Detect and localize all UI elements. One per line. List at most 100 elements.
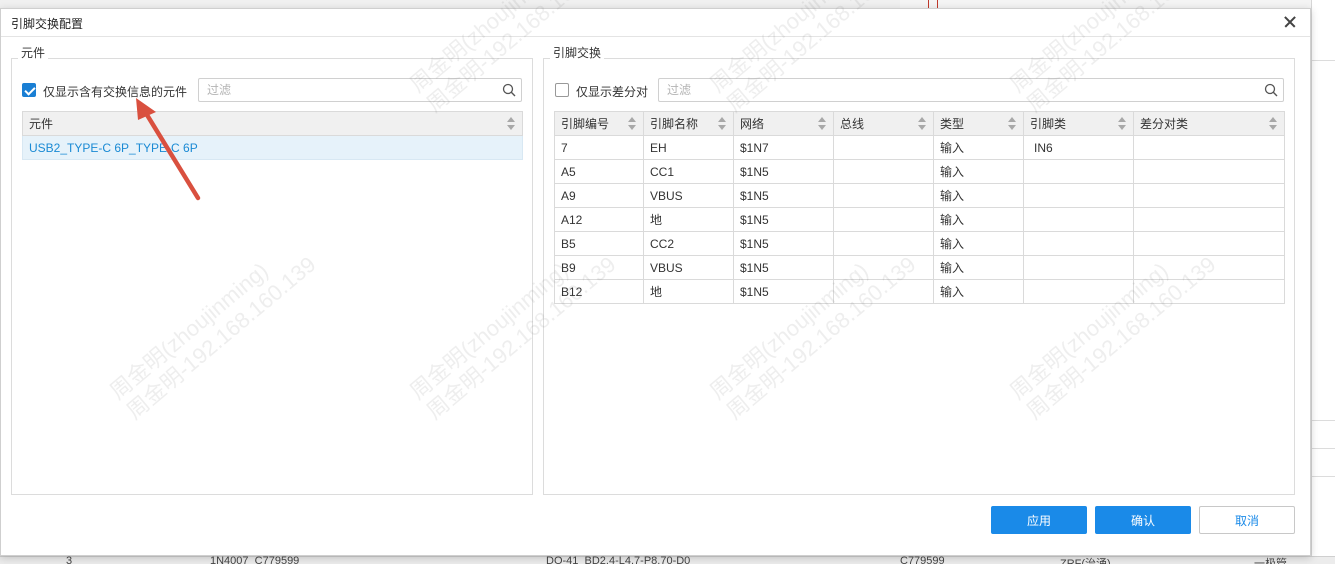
- type-cell[interactable]: 输入: [933, 207, 1024, 232]
- type-cell[interactable]: 输入: [933, 135, 1024, 160]
- component-cell[interactable]: USB2_TYPE-C 6P_TYPE-C 6P: [22, 135, 523, 160]
- pin-number-cell[interactable]: 7: [554, 135, 644, 160]
- show-diff-pairs-checkbox[interactable]: [555, 83, 569, 97]
- sort-icon[interactable]: [1269, 117, 1278, 131]
- background-right-strip: [1311, 0, 1335, 564]
- pin-class-cell[interactable]: [1023, 279, 1134, 304]
- background-cell: 3: [66, 555, 73, 564]
- net-cell[interactable]: $1N5: [733, 159, 834, 184]
- pin-name-cell[interactable]: VBUS: [643, 183, 734, 208]
- table-row[interactable]: A12 地 $1N5 输入: [554, 207, 1285, 232]
- bus-cell[interactable]: [833, 207, 934, 232]
- bus-cell[interactable]: [833, 279, 934, 304]
- pin-number-cell[interactable]: A5: [554, 159, 644, 184]
- sort-icon[interactable]: [718, 117, 727, 131]
- type-cell[interactable]: 输入: [933, 255, 1024, 280]
- show-swap-components-label[interactable]: 仅显示含有交换信息的元件: [43, 83, 187, 100]
- background-cell: 一极管: [1254, 558, 1287, 564]
- pin-table-header: 引脚编号 引脚名称 网络 总线 类型 引脚类 差分对类: [554, 111, 1285, 136]
- type-cell[interactable]: 输入: [933, 231, 1024, 256]
- table-row[interactable]: A9 VBUS $1N5 输入: [554, 183, 1285, 208]
- type-cell[interactable]: 输入: [933, 279, 1024, 304]
- pin-number-cell[interactable]: B9: [554, 255, 644, 280]
- pin-class-cell[interactable]: [1023, 159, 1134, 184]
- sort-icon[interactable]: [507, 117, 516, 131]
- pin-class-cell[interactable]: [1023, 231, 1134, 256]
- pin-class-cell[interactable]: [1023, 183, 1134, 208]
- pin-swap-panel-title: 引脚交换: [550, 44, 605, 61]
- pin-filter[interactable]: [658, 78, 1284, 102]
- pin-number-cell[interactable]: A9: [554, 183, 644, 208]
- pin-class-cell[interactable]: [1023, 255, 1134, 280]
- bus-cell[interactable]: [833, 231, 934, 256]
- cancel-button[interactable]: 取消: [1199, 506, 1295, 534]
- bus-cell[interactable]: [833, 183, 934, 208]
- net-cell[interactable]: $1N5: [733, 279, 834, 304]
- pin-filter-input[interactable]: [667, 82, 1247, 98]
- column-header-label: 差分对类: [1140, 117, 1189, 131]
- pin-name-cell[interactable]: 地: [643, 279, 734, 304]
- diff-pair-class-cell[interactable]: [1133, 255, 1285, 280]
- column-header-pin-name[interactable]: 引脚名称: [643, 111, 734, 136]
- close-icon[interactable]: [1282, 14, 1298, 30]
- column-header-type[interactable]: 类型: [933, 111, 1024, 136]
- search-icon[interactable]: [1264, 83, 1278, 97]
- sort-icon[interactable]: [918, 117, 927, 131]
- net-cell[interactable]: $1N5: [733, 207, 834, 232]
- pin-class-cell[interactable]: IN6: [1023, 135, 1134, 160]
- component-filter[interactable]: [198, 78, 522, 102]
- bus-cell[interactable]: [833, 159, 934, 184]
- diff-pair-class-cell[interactable]: [1133, 159, 1285, 184]
- component-filter-input[interactable]: [207, 82, 487, 98]
- show-swap-components-checkbox[interactable]: [22, 83, 36, 97]
- pin-class-cell[interactable]: [1023, 207, 1134, 232]
- background-cell: ZRF(治涌): [1060, 558, 1111, 564]
- pin-name-cell[interactable]: CC2: [643, 231, 734, 256]
- net-cell[interactable]: $1N5: [733, 183, 834, 208]
- type-cell[interactable]: 输入: [933, 159, 1024, 184]
- pin-name-cell[interactable]: VBUS: [643, 255, 734, 280]
- show-diff-pairs-label[interactable]: 仅显示差分对: [576, 83, 648, 100]
- net-cell[interactable]: $1N5: [733, 255, 834, 280]
- diff-pair-class-cell[interactable]: [1133, 231, 1285, 256]
- type-cell[interactable]: 输入: [933, 183, 1024, 208]
- column-header-bus[interactable]: 总线: [833, 111, 934, 136]
- table-row[interactable]: B5 CC2 $1N5 输入: [554, 231, 1285, 256]
- confirm-button[interactable]: 确认: [1095, 506, 1191, 534]
- search-icon[interactable]: [502, 83, 516, 97]
- net-cell[interactable]: $1N5: [733, 231, 834, 256]
- column-header-component[interactable]: 元件: [22, 111, 523, 136]
- table-row[interactable]: USB2_TYPE-C 6P_TYPE-C 6P: [22, 135, 523, 160]
- background-cell: C779599: [900, 555, 945, 564]
- pin-name-cell[interactable]: EH: [643, 135, 734, 160]
- table-row[interactable]: B9 VBUS $1N5 输入: [554, 255, 1285, 280]
- column-header-net[interactable]: 网络: [733, 111, 834, 136]
- sort-icon[interactable]: [1008, 117, 1017, 131]
- sort-icon[interactable]: [818, 117, 827, 131]
- table-row[interactable]: 7 EH $1N7 输入 IN6: [554, 135, 1285, 160]
- diff-pair-class-cell[interactable]: [1133, 183, 1285, 208]
- background-cell: DO-41_BD2.4-L4.7-P8.70-D0: [546, 555, 691, 564]
- column-header-pin-number[interactable]: 引脚编号: [554, 111, 644, 136]
- column-header-diff-pair-class[interactable]: 差分对类: [1133, 111, 1285, 136]
- sort-icon[interactable]: [628, 117, 637, 131]
- table-row[interactable]: A5 CC1 $1N5 输入: [554, 159, 1285, 184]
- pin-number-cell[interactable]: B5: [554, 231, 644, 256]
- pin-number-cell[interactable]: B12: [554, 279, 644, 304]
- pin-name-cell[interactable]: 地: [643, 207, 734, 232]
- column-header-label: 引脚名称: [650, 117, 699, 131]
- bus-cell[interactable]: [833, 255, 934, 280]
- dialog-header: 引脚交换配置: [1, 9, 1310, 37]
- table-row[interactable]: B12 地 $1N5 输入: [554, 279, 1285, 304]
- column-header-pin-class[interactable]: 引脚类: [1023, 111, 1134, 136]
- net-cell[interactable]: $1N7: [733, 135, 834, 160]
- diff-pair-class-cell[interactable]: [1133, 135, 1285, 160]
- sort-icon[interactable]: [1118, 117, 1127, 131]
- diff-pair-class-cell[interactable]: [1133, 207, 1285, 232]
- column-header-label: 元件: [29, 117, 54, 131]
- pin-number-cell[interactable]: A12: [554, 207, 644, 232]
- pin-name-cell[interactable]: CC1: [643, 159, 734, 184]
- diff-pair-class-cell[interactable]: [1133, 279, 1285, 304]
- apply-button[interactable]: 应用: [991, 506, 1087, 534]
- bus-cell[interactable]: [833, 135, 934, 160]
